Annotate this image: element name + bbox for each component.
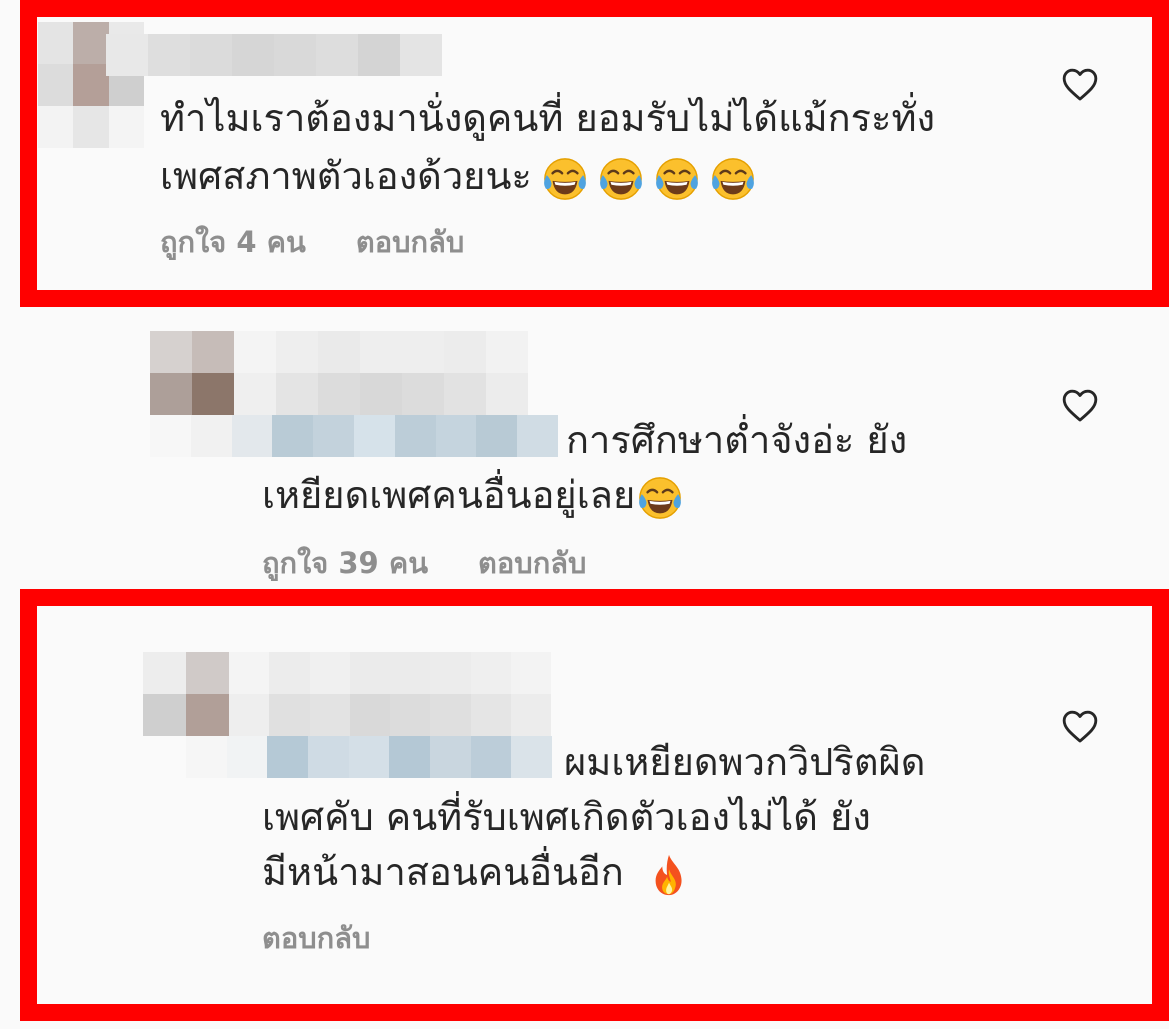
face-with-tears-of-joy-emoji [654, 156, 700, 202]
likes-count-link[interactable]: ถูกใจ 4 คน [160, 222, 306, 262]
comment-text: ผมเหยียดพวกวิปริตผิด [564, 740, 926, 784]
comment-text: ทำไมเราต้องมานั่งดูคนที่ ยอมรับไม่ได้แม้… [160, 96, 936, 140]
tagged-user-censored[interactable] [150, 415, 558, 457]
avatar-censored[interactable] [143, 652, 229, 736]
comment-text: มีหน้ามาสอนคนอื่นอีก [262, 843, 692, 901]
heart-icon[interactable] [1061, 387, 1099, 423]
fire-emoji [646, 852, 692, 898]
comment-meta: ตอบกลับ [262, 918, 370, 958]
reply-button[interactable]: ตอบกลับ [478, 543, 586, 583]
comment-meta: ถูกใจ 4 คน ตอบกลับ [160, 222, 464, 262]
comment-text: เพศสภาพตัวเองด้วยนะ [160, 147, 756, 205]
avatar-censored[interactable] [150, 331, 234, 415]
username-censored[interactable] [229, 652, 551, 736]
face-with-tears-of-joy-emoji [598, 156, 644, 202]
tagged-user-censored[interactable] [186, 736, 552, 778]
comment-meta: ถูกใจ 39 คน ตอบกลับ [262, 543, 586, 583]
comment-text: การศึกษาต่ำจังอ่ะ ยัง [566, 418, 908, 462]
reply-button[interactable]: ตอบกลับ [262, 918, 370, 958]
username-censored[interactable] [106, 34, 442, 76]
comment-text: เหยียดเพศคนอื่นอยู่เลย [262, 466, 683, 524]
face-with-tears-of-joy-emoji [542, 156, 588, 202]
comment-text: เพศคับ คนที่รับเพศเกิดตัวเองไม่ได้ ยัง [262, 795, 871, 839]
face-with-tears-of-joy-emoji [710, 156, 756, 202]
username-censored[interactable] [234, 331, 528, 415]
heart-icon[interactable] [1061, 708, 1099, 744]
face-with-tears-of-joy-emoji [637, 475, 683, 521]
heart-icon[interactable] [1061, 66, 1099, 102]
reply-button[interactable]: ตอบกลับ [356, 222, 464, 262]
likes-count-link[interactable]: ถูกใจ 39 คน [262, 543, 428, 583]
